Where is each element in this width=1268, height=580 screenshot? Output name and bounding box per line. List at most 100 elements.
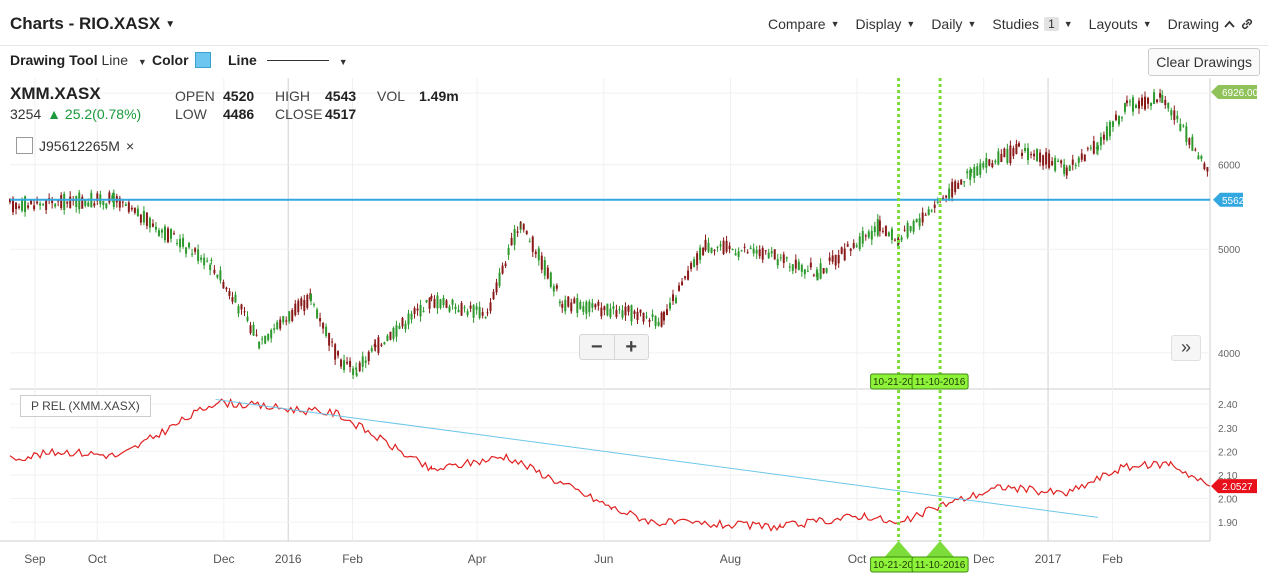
candle-body xyxy=(707,242,710,252)
candle-body xyxy=(597,301,600,306)
candle-body xyxy=(960,179,963,185)
candle-body xyxy=(1027,147,1030,160)
study-label[interactable]: P REL (XMM.XASX) xyxy=(20,395,151,417)
scroll-to-end-button[interactable]: » xyxy=(1171,335,1201,361)
drawing-tool-select[interactable]: Drawing Tool Line ▼ xyxy=(10,52,147,68)
candle-body xyxy=(45,200,48,210)
top-menu: Compare ▼ Display ▼ Daily ▼ Studies 1 ▼ Layou… xyxy=(768,16,1254,32)
compare-menu[interactable]: Compare ▼ xyxy=(768,16,840,32)
candle-body xyxy=(407,313,410,325)
overlay-checkbox[interactable] xyxy=(16,137,33,154)
candle-body xyxy=(346,361,349,364)
candle-body xyxy=(1144,96,1147,110)
candle-body xyxy=(788,266,791,268)
candle-body xyxy=(489,302,492,312)
candle-body xyxy=(948,188,951,199)
candle-body xyxy=(719,244,722,247)
x-tick-label: Sep xyxy=(24,552,46,566)
candle-body xyxy=(1051,161,1054,166)
candle-body xyxy=(1108,121,1111,137)
layouts-menu[interactable]: Layouts ▼ xyxy=(1089,16,1152,32)
candle-body xyxy=(1141,97,1144,106)
candle-body xyxy=(979,163,982,175)
candle-body xyxy=(816,272,819,281)
symbol-name: XMM.XASX xyxy=(10,84,101,103)
candle-body xyxy=(63,193,66,210)
candle-body xyxy=(881,230,884,232)
chart-canvas[interactable]: Sep Oct Dec 2016 Feb Apr Jun Aug Oct Dec 2017 Feb 40… xyxy=(0,78,1268,576)
candle-body xyxy=(737,251,740,257)
candle-body xyxy=(1071,159,1074,165)
candle-body xyxy=(102,201,105,206)
candle-body xyxy=(300,298,303,306)
zoom-controls: − + xyxy=(579,334,649,360)
color-swatch[interactable] xyxy=(194,52,211,68)
candle-body xyxy=(893,239,896,241)
candle-body xyxy=(1042,155,1045,166)
open-label: OPEN xyxy=(175,88,215,104)
candle-body xyxy=(1147,97,1150,104)
candle-body xyxy=(537,248,540,261)
candle-body xyxy=(1170,110,1173,116)
candle-body xyxy=(228,291,231,296)
x-tick-label: Dec xyxy=(973,552,994,566)
chart-title-menu[interactable]: Charts - RIO.XASX ▼ xyxy=(10,14,175,34)
candle-body xyxy=(1089,147,1092,149)
zoom-out-button[interactable]: − xyxy=(580,335,615,359)
studies-menu[interactable]: Studies 1 ▼ xyxy=(992,16,1072,32)
study-y-tick-label: 2.40 xyxy=(1218,400,1238,411)
candle-body xyxy=(884,225,887,237)
chevron-up-icon[interactable] xyxy=(1224,20,1235,29)
candle-body xyxy=(900,237,903,241)
candle-body xyxy=(322,322,325,329)
link-icon[interactable] xyxy=(1240,17,1254,31)
candle-body xyxy=(725,240,728,252)
chevron-down-icon: ▼ xyxy=(165,19,176,30)
candle-body xyxy=(758,249,761,257)
candle-body xyxy=(773,249,776,260)
zoom-in-button[interactable]: + xyxy=(615,335,649,359)
periodicity-menu[interactable]: Daily ▼ xyxy=(931,16,976,32)
candle-body xyxy=(231,297,234,302)
candle-body xyxy=(1065,167,1068,176)
candle-body xyxy=(1003,148,1006,158)
candle-body xyxy=(794,259,797,269)
candle-body xyxy=(374,344,377,348)
candle-body xyxy=(699,247,702,260)
candle-body xyxy=(1173,110,1176,120)
candle-body xyxy=(472,305,475,318)
candle-body xyxy=(734,253,737,256)
candle-body xyxy=(633,311,636,315)
candle-body xyxy=(313,304,316,306)
candle-body xyxy=(340,359,343,367)
study-y-tick-label: 2.30 xyxy=(1218,424,1238,435)
candle-body xyxy=(615,309,618,317)
color-picker[interactable]: Color xyxy=(152,52,211,68)
chevron-down-icon: ▼ xyxy=(1063,19,1073,29)
candle-body xyxy=(687,270,690,280)
candle-body xyxy=(749,247,752,249)
candle-body xyxy=(555,285,558,289)
candle-body xyxy=(997,151,1000,165)
candle-body xyxy=(579,301,582,309)
candle-body xyxy=(1036,148,1039,162)
clear-drawings-button[interactable]: Clear Drawings xyxy=(1148,48,1260,76)
drawing-tool-value: Line xyxy=(101,52,128,68)
candle-body xyxy=(160,229,163,233)
candle-body xyxy=(328,333,331,346)
candle-body xyxy=(982,162,985,168)
candle-body xyxy=(380,344,383,346)
candle-body xyxy=(776,259,779,266)
prel-value-label: 2.0527 xyxy=(1222,482,1253,493)
candle-body xyxy=(510,237,513,246)
candle-body xyxy=(81,196,84,209)
candle-body xyxy=(519,222,522,224)
candle-body xyxy=(219,270,222,281)
line-style-select[interactable]: Line ▼ xyxy=(228,52,348,68)
display-menu[interactable]: Display ▼ xyxy=(855,16,915,32)
y-tick-label: 6000 xyxy=(1218,161,1241,172)
drawing-menu[interactable]: Drawing xyxy=(1168,16,1254,32)
close-icon[interactable]: × xyxy=(126,138,134,154)
candle-body xyxy=(806,270,809,272)
candle-body xyxy=(222,282,225,289)
